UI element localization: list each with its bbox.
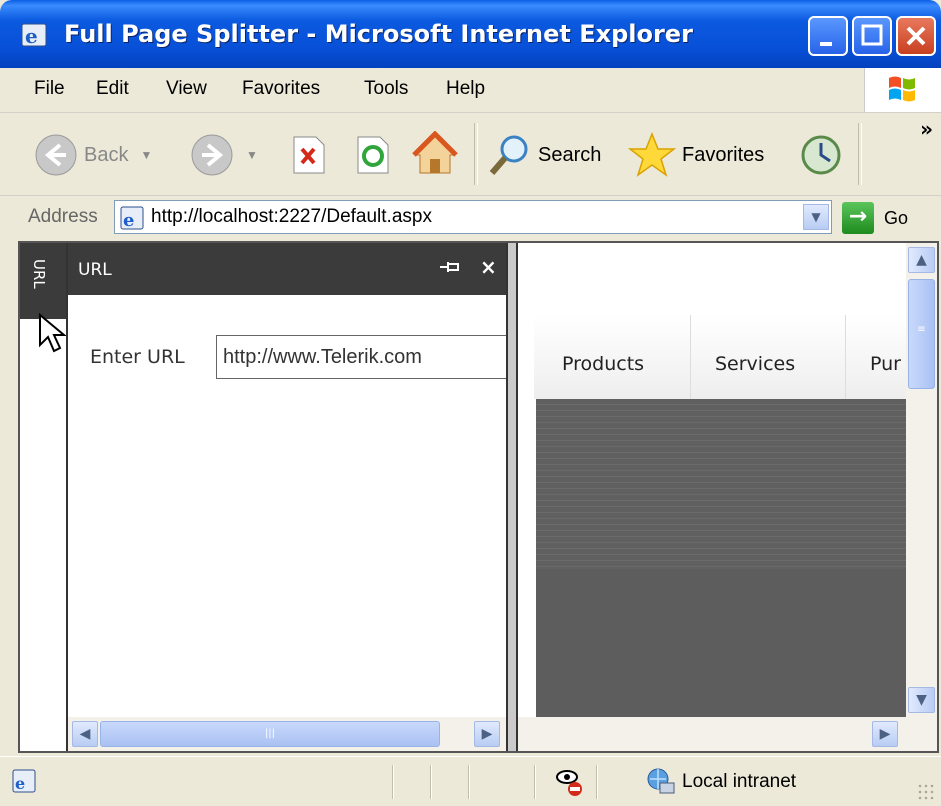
status-separator [534,765,536,799]
tab-products[interactable]: Products [534,315,691,399]
url-input[interactable] [216,335,508,379]
minimize-button[interactable] [808,16,848,56]
menu-file[interactable]: File [34,78,65,100]
status-bar: e Local intranet [0,756,941,806]
menu-view[interactable]: View [166,78,207,100]
address-label: Address [28,206,98,227]
url-sliding-pane: URL × Enter URL ◀ ||| ▶ [68,243,508,751]
content-vertical-scrollbar[interactable]: ▲ ≡ ▼ [906,243,937,717]
status-separator [596,765,598,799]
status-separator [430,765,432,799]
scroll-right-icon[interactable]: ▶ [474,721,500,747]
windows-logo-icon [864,68,941,112]
menu-favorites[interactable]: Favorites [242,78,320,100]
pane-header: URL × [68,243,506,295]
history-button[interactable] [798,133,844,177]
tab-services[interactable]: Services [691,315,846,399]
forward-arrow-icon [191,134,233,176]
scroll-down-icon[interactable]: ▼ [908,687,935,713]
menu-help[interactable]: Help [446,78,485,100]
svg-text:e: e [25,24,38,48]
tab-purchase[interactable]: Pur [846,315,910,399]
title-bar[interactable]: e Full Page Splitter - Microsoft Interne… [0,0,941,68]
menu-edit[interactable]: Edit [96,78,129,100]
security-zone-label: Local intranet [682,771,797,792]
browser-window: e Full Page Splitter - Microsoft Interne… [0,0,941,806]
scrollbar-thumb[interactable]: ||| [100,721,440,747]
scroll-up-icon[interactable]: ▲ [908,247,935,273]
window-title: Full Page Splitter - Microsoft Internet … [64,20,693,48]
pane-close-icon[interactable]: × [480,255,497,279]
sliding-pane-tab-label: URL [30,259,48,289]
stop-icon [293,136,325,174]
content-banner [536,399,908,717]
toolbar-separator-2 [858,123,862,185]
vertical-scrollbar-thumb[interactable]: ≡ [908,279,935,389]
back-label: Back [84,143,129,166]
tab-strip: Products Services Pur [534,315,910,399]
content-pane: Products Services Pur ▲ ≡ ▼ ▶ [518,243,937,751]
menu-tools[interactable]: Tools [364,78,408,100]
privacy-blocked-icon[interactable] [555,767,585,797]
toolbar-overflow-chevron[interactable]: » [920,117,933,141]
address-dropdown-button[interactable]: ▼ [803,204,829,230]
local-intranet-icon [647,768,675,794]
go-arrow-icon[interactable]: → [842,202,874,234]
refresh-icon [357,136,389,174]
pin-icon[interactable] [438,257,460,282]
back-button[interactable]: Back ▼ [34,133,152,177]
home-button[interactable] [412,131,458,177]
status-separator [392,765,394,799]
address-bar: Address e http://localhost:2227/Default.… [0,196,941,240]
svg-text:e: e [15,774,25,793]
forward-button[interactable]: ▼ [190,133,258,177]
maximize-button[interactable] [852,16,892,56]
favorites-label: Favorites [682,143,765,166]
page-status-icon: e [12,769,36,793]
menu-bar: File Edit View Favorites Tools Help [0,68,941,113]
tab-purchase-label: Pur [870,353,901,375]
standard-toolbar: Back ▼ ▼ Search Favorites » [0,113,941,196]
svg-text:e: e [123,210,134,231]
close-icon [906,26,926,46]
search-label: Search [538,143,602,166]
resize-grip[interactable] [917,783,935,801]
maximize-icon [861,24,883,46]
minimize-icon [820,42,832,46]
page-icon: e [120,206,144,231]
go-label[interactable]: Go [884,208,908,229]
back-arrow-icon [35,134,77,176]
pane-title: URL [78,260,112,280]
status-separator [468,765,470,799]
refresh-button[interactable] [354,135,390,175]
content-scroll-right-icon[interactable]: ▶ [872,721,898,747]
address-input[interactable]: e http://localhost:2227/Default.aspx ▼ [114,200,832,234]
page-content: URL URL × Enter URL ◀ ||| ▶ [18,241,939,753]
content-horizontal-scrollbar[interactable]: ▶ [518,717,937,751]
splitter-bar[interactable] [506,243,518,751]
search-button[interactable]: Search [486,133,601,177]
sliding-pane-tab[interactable]: URL [20,243,66,319]
toolbar-separator [474,123,478,185]
ie-logo-icon: e [21,23,47,48]
left-pane-horizontal-scrollbar[interactable]: ◀ ||| ▶ [68,717,506,751]
mouse-cursor-icon [39,313,67,353]
stop-button[interactable] [290,135,326,175]
star-icon [628,131,676,177]
content-banner-lower [536,569,908,717]
search-icon [489,135,528,175]
close-button[interactable] [896,16,936,56]
tab-services-label: Services [715,353,796,375]
forward-dropdown-icon[interactable]: ▼ [246,148,258,162]
enter-url-label: Enter URL [90,346,185,368]
scroll-left-icon[interactable]: ◀ [72,721,98,747]
back-dropdown-icon[interactable]: ▼ [140,148,152,162]
address-url: http://localhost:2227/Default.aspx [151,206,432,227]
history-icon [801,135,841,175]
tab-products-label: Products [562,353,645,375]
favorites-button[interactable]: Favorites [628,131,764,179]
home-icon [412,131,458,174]
